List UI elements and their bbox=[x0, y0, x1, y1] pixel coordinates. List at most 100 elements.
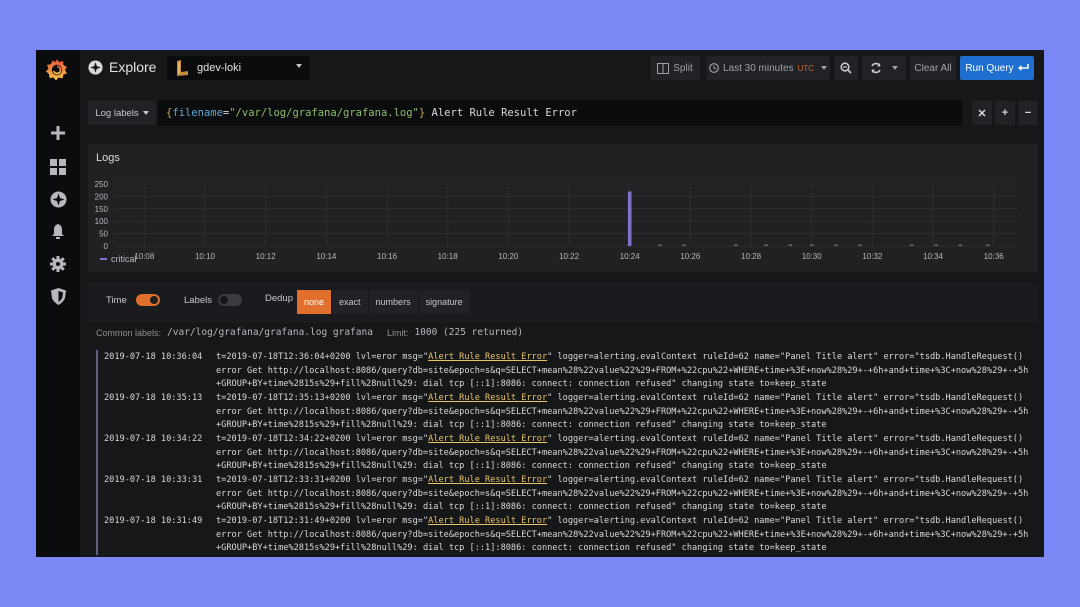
alerting-bell-icon[interactable] bbox=[48, 222, 68, 242]
x-tick-label: 10:32 bbox=[862, 252, 883, 261]
chart-bar bbox=[834, 244, 838, 246]
explore-compass-icon[interactable] bbox=[48, 189, 68, 209]
log-message: t=2019-07-18T12:35:13+0200 lvl=eror msg=… bbox=[216, 393, 1029, 430]
x-tick-label: 10:24 bbox=[620, 252, 641, 261]
chart-bar bbox=[682, 244, 687, 246]
clear-all-button[interactable]: Clear All bbox=[910, 56, 956, 80]
x-tick-label: 10:12 bbox=[256, 252, 277, 261]
configuration-gear-icon[interactable] bbox=[48, 254, 68, 274]
x-tick-label: 10:28 bbox=[741, 252, 762, 261]
search-highlight: Alert Rule Result Error bbox=[428, 475, 548, 485]
x-tick-label: 10:08 bbox=[134, 252, 155, 261]
y-tick-label: 50 bbox=[99, 230, 108, 239]
log-message: t=2019-07-18T12:34:22+0200 lvl=eror msg=… bbox=[216, 434, 1029, 471]
log-timestamp: 2019-07-18 10:36:04 bbox=[104, 352, 203, 362]
x-tick-label: 10:36 bbox=[984, 252, 1005, 261]
x-tick-label: 10:14 bbox=[316, 252, 337, 261]
split-button[interactable]: Split bbox=[650, 56, 700, 80]
time-range-picker[interactable]: Last 30 minutes UTC bbox=[706, 56, 830, 80]
hide-query-button[interactable]: − bbox=[1018, 101, 1038, 125]
grafana-logo-icon[interactable] bbox=[44, 57, 70, 83]
dedup-option-none[interactable]: none bbox=[297, 290, 333, 314]
explore-main: Explore gdev-loki Split Last 30 minutes … bbox=[80, 50, 1044, 557]
panel-title: Logs bbox=[96, 152, 120, 164]
log-row[interactable]: 2019-07-18 10:34:22 t=2019-07-18T12:34:2… bbox=[96, 432, 1038, 473]
y-tick-label: 150 bbox=[95, 205, 109, 214]
x-tick-label: 10:34 bbox=[923, 252, 944, 261]
log-rows: 2019-07-18 10:36:04 t=2019-07-18T12:36:0… bbox=[96, 350, 1038, 555]
logs-meta: Common labels: /var/log/grafana/grafana.… bbox=[96, 327, 523, 338]
chart-bar bbox=[958, 244, 963, 246]
chart-legend[interactable]: critical bbox=[100, 254, 137, 264]
labels-toggle-label: Labels bbox=[184, 295, 212, 306]
run-query-button[interactable]: Run Query bbox=[960, 56, 1034, 80]
dedup-option-exact[interactable]: exact bbox=[332, 290, 369, 314]
log-timestamp: 2019-07-18 10:31:49 bbox=[104, 516, 203, 526]
app-window: Explore gdev-loki Split Last 30 minutes … bbox=[36, 50, 1044, 557]
log-message: t=2019-07-18T12:31:49+0200 lvl=eror msg=… bbox=[216, 516, 1029, 553]
datasource-name: gdev-loki bbox=[197, 62, 242, 74]
y-tick-label: 200 bbox=[95, 192, 109, 201]
log-message: t=2019-07-18T12:33:31+0200 lvl=eror msg=… bbox=[216, 475, 1029, 512]
dedup-option-numbers[interactable]: numbers bbox=[368, 290, 419, 314]
search-highlight: Alert Rule Result Error bbox=[428, 434, 548, 444]
y-tick-label: 250 bbox=[95, 180, 109, 189]
dashboards-icon[interactable] bbox=[48, 157, 68, 177]
remove-query-button[interactable]: ✕ bbox=[972, 101, 992, 125]
x-tick-label: 10:20 bbox=[498, 252, 519, 261]
sidebar bbox=[36, 50, 80, 557]
timezone-badge: UTC bbox=[797, 63, 815, 73]
refresh-picker[interactable] bbox=[862, 56, 906, 80]
search-highlight: Alert Rule Result Error bbox=[428, 516, 548, 526]
split-columns-icon bbox=[657, 62, 670, 74]
chevron-down-icon bbox=[821, 66, 828, 70]
x-tick-label: 10:22 bbox=[559, 252, 580, 261]
log-timestamp: 2019-07-18 10:33:31 bbox=[104, 475, 203, 485]
add-query-button[interactable]: + bbox=[995, 101, 1015, 125]
minus-icon: − bbox=[1024, 107, 1032, 119]
explore-toolbar: Explore gdev-loki Split Last 30 minutes … bbox=[80, 50, 1044, 88]
time-toggle[interactable] bbox=[136, 294, 160, 306]
clock-icon bbox=[709, 63, 719, 73]
log-labels-button[interactable]: Log labels bbox=[88, 101, 156, 125]
chevron-down-icon bbox=[142, 111, 149, 115]
logs-options-bar: Time Labels Dedup none exact numbers sig… bbox=[88, 283, 1038, 323]
log-row[interactable]: 2019-07-18 10:31:49 t=2019-07-18T12:31:4… bbox=[96, 514, 1038, 555]
zoom-out-button[interactable] bbox=[834, 56, 858, 80]
chart-bar bbox=[934, 244, 938, 246]
y-tick-label: 100 bbox=[95, 217, 109, 226]
logs-volume-chart: 0 50 100 150 200 250 10:08 10:10 10:12 10:14 10:16… bbox=[95, 180, 1018, 261]
log-row[interactable]: 2019-07-18 10:35:13 t=2019-07-18T12:35:1… bbox=[96, 391, 1038, 432]
log-message: t=2019-07-18T12:36:04+0200 lvl=eror msg=… bbox=[216, 352, 1029, 389]
enter-return-icon bbox=[1017, 64, 1029, 71]
x-tick-label: 10:30 bbox=[802, 252, 823, 261]
log-timestamp: 2019-07-18 10:35:13 bbox=[104, 393, 203, 403]
search-minus-icon bbox=[840, 62, 852, 74]
log-row[interactable]: 2019-07-18 10:36:04 t=2019-07-18T12:36:0… bbox=[96, 350, 1038, 391]
log-row[interactable]: 2019-07-18 10:33:31 t=2019-07-18T12:33:3… bbox=[96, 473, 1038, 514]
query-input[interactable]: {filename = "/var/log/grafana/grafana.log"… bbox=[158, 100, 962, 126]
x-tick-label: 10:16 bbox=[377, 252, 398, 261]
search-highlight: Alert Rule Result Error bbox=[428, 393, 548, 403]
chart-bar bbox=[658, 244, 662, 246]
x-tick-label: 10:18 bbox=[438, 252, 459, 261]
chart-bar bbox=[985, 244, 990, 246]
page-title: Explore bbox=[109, 59, 157, 75]
limit-label: Limit: bbox=[386, 327, 409, 338]
x-tick-label: 10:10 bbox=[195, 252, 216, 261]
log-timestamp: 2019-07-18 10:34:22 bbox=[104, 434, 203, 444]
datasource-picker[interactable]: gdev-loki bbox=[167, 56, 310, 80]
page-header: Explore bbox=[88, 59, 156, 75]
dedup-option-signature[interactable]: signature bbox=[418, 290, 471, 314]
legend-label: critical bbox=[111, 254, 137, 264]
server-admin-shield-icon[interactable] bbox=[48, 286, 68, 306]
x-tick-label: 10:26 bbox=[680, 252, 701, 261]
chart-bar bbox=[627, 191, 632, 246]
explore-icon bbox=[88, 59, 103, 75]
labels-toggle[interactable] bbox=[218, 294, 242, 306]
chevron-down-icon bbox=[296, 64, 302, 68]
common-labels-value: /var/log/grafana/grafana.log grafana bbox=[167, 327, 373, 338]
plus-icon[interactable] bbox=[48, 123, 68, 143]
time-toggle-label: Time bbox=[106, 295, 127, 306]
chart-bar bbox=[764, 244, 769, 246]
